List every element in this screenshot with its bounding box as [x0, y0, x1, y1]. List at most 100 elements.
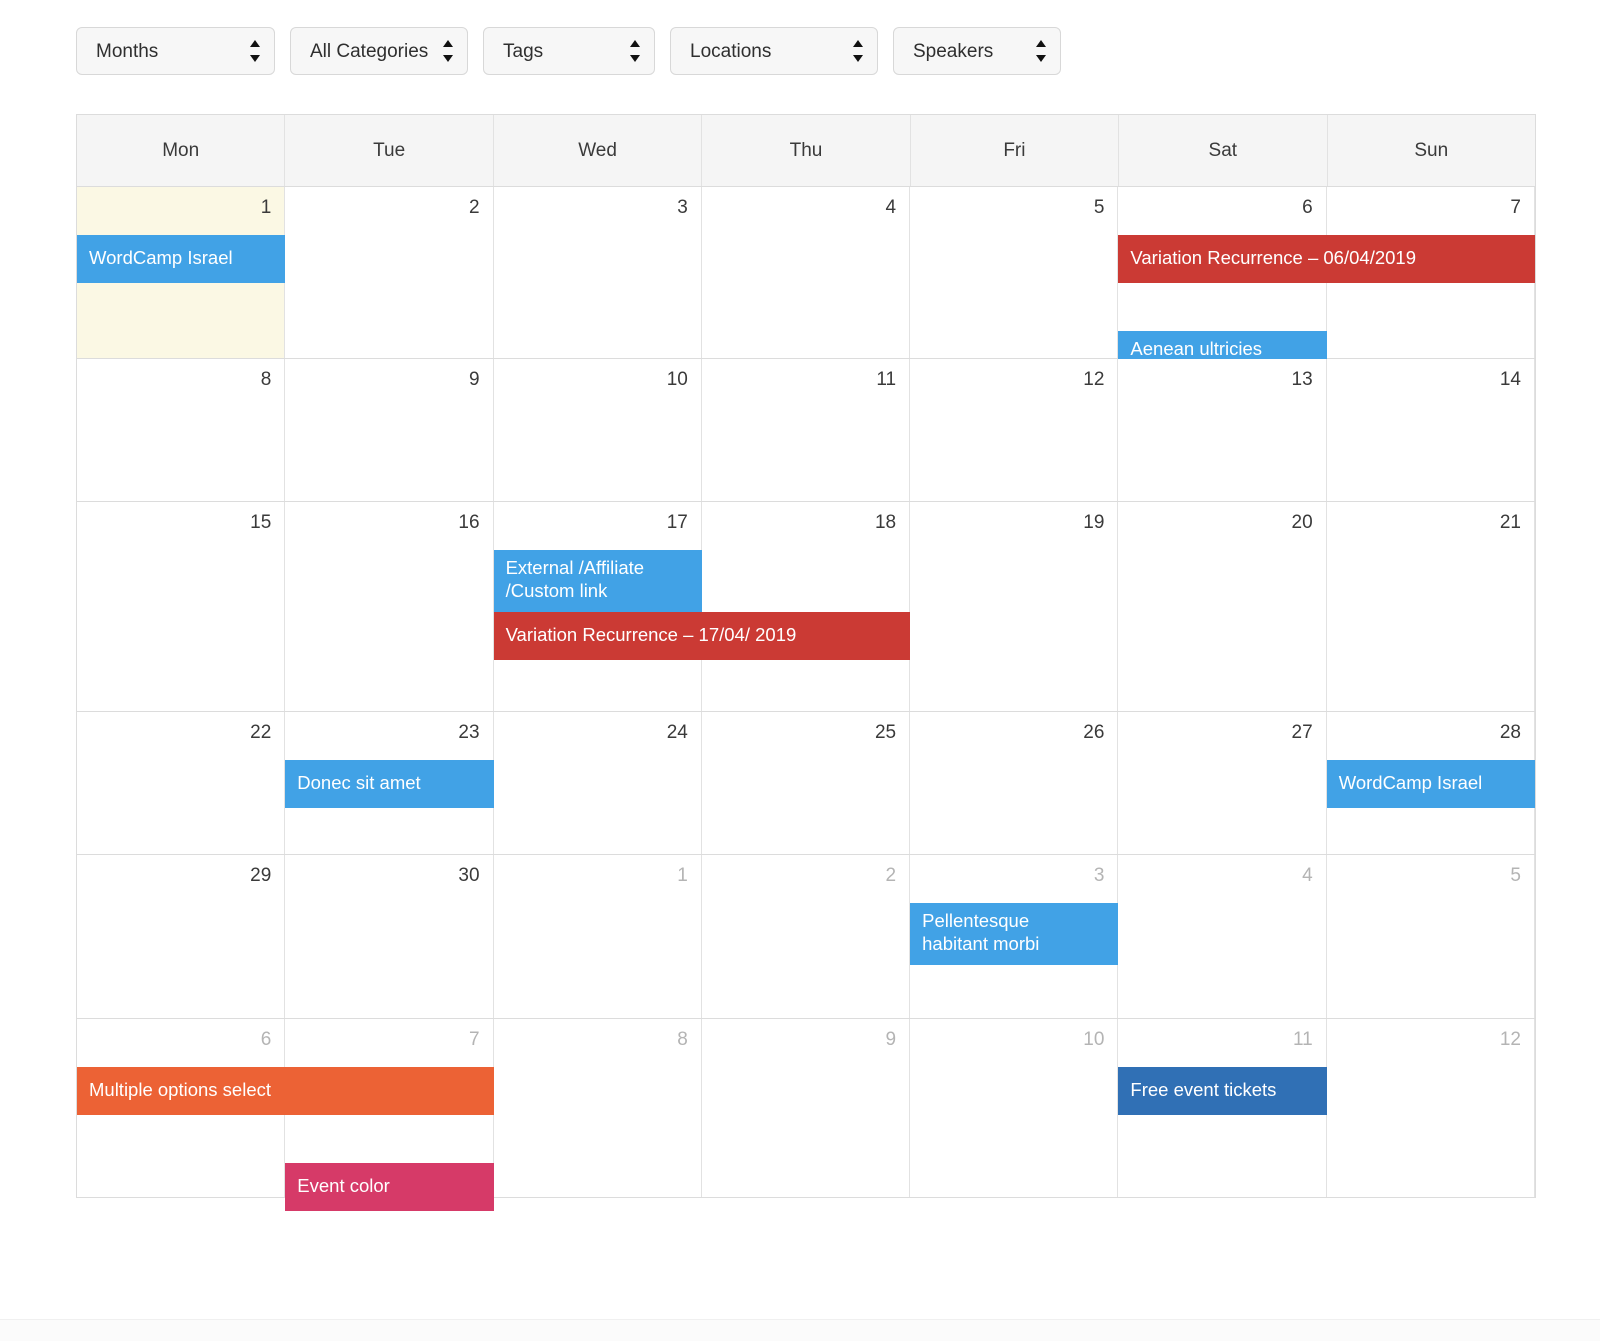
calendar-event[interactable]: Free event tickets — [1118, 1067, 1327, 1115]
day-number: 1 — [260, 197, 272, 218]
day-number: 12 — [1083, 369, 1105, 390]
calendar-day-cell[interactable]: 10 — [910, 1019, 1119, 1197]
calendar-day-cell[interactable]: 16 — [285, 502, 494, 711]
day-number: 9 — [468, 369, 480, 390]
day-number: 9 — [885, 1029, 897, 1050]
day-number: 24 — [666, 722, 688, 743]
calendar-day-cell[interactable]: 26 — [910, 712, 1119, 854]
month-calendar: Mon Tue Wed Thu Fri Sat Sun 1 2 3 4 5 6 7 WordCamp Is… — [76, 114, 1536, 1211]
calendar-day-cell[interactable]: 9 — [701, 1019, 911, 1197]
calendar-event[interactable]: Donec sit amet — [285, 760, 494, 808]
calendar-day-cell[interactable]: 13 — [1118, 359, 1327, 501]
day-number: 23 — [458, 722, 480, 743]
calendar-week-row: 1 2 3 4 5 6 7 WordCamp Israel Variation Recurren… — [77, 187, 1535, 393]
day-number: 27 — [1291, 722, 1313, 743]
filter-speakers[interactable]: Speakers — [893, 27, 1061, 75]
day-number: 11 — [876, 369, 897, 390]
day-number: 4 — [1302, 865, 1313, 886]
day-number: 8 — [260, 369, 272, 390]
day-number: 19 — [1083, 512, 1105, 533]
filter-categories-label: All Categories — [310, 40, 429, 62]
calendar-event[interactable]: External /Affiliate /Custom link — [493, 550, 702, 612]
calendar-event[interactable]: Variation Recurrence – 06/04/2019 — [1118, 235, 1535, 283]
calendar-day-cell[interactable]: 30 — [285, 855, 494, 1018]
day-number: 12 — [1499, 1029, 1521, 1050]
weekday-header-sat: Sat — [1119, 115, 1328, 186]
day-number: 10 — [1083, 1029, 1105, 1050]
calendar-day-cell[interactable]: 4 — [1118, 855, 1327, 1018]
weekday-header-fri: Fri — [911, 115, 1120, 186]
day-number: 30 — [458, 865, 480, 886]
calendar-event[interactable]: WordCamp Israel — [77, 235, 286, 283]
day-number: 25 — [874, 722, 897, 743]
day-number: 17 — [666, 512, 688, 533]
day-number: 8 — [677, 1029, 688, 1050]
filter-months-label: Months — [96, 40, 159, 62]
filter-bar: Months All Categories Tags Locations Speaker… — [76, 27, 1061, 75]
day-number: 16 — [458, 512, 480, 533]
day-number: 14 — [1499, 369, 1521, 390]
updown-spinner-icon[interactable] — [629, 40, 640, 62]
day-number: 20 — [1291, 512, 1313, 533]
calendar-day-cell[interactable]: 15 — [77, 502, 286, 711]
weekday-header-sun: Sun — [1414, 139, 1449, 161]
day-number: 4 — [885, 197, 897, 218]
calendar-day-cell[interactable]: 21 — [1326, 502, 1535, 711]
calendar-day-cell[interactable]: 5 — [1326, 855, 1535, 1018]
calendar-day-cell[interactable]: 12 — [1326, 1019, 1535, 1197]
calendar-day-cell[interactable]: 2 — [701, 855, 911, 1018]
calendar-week-row: 8 9 10 11 12 13 14 — [77, 359, 1535, 502]
calendar-day-cell[interactable]: 29 — [77, 855, 286, 1018]
weekday-header-wed: Wed — [494, 115, 703, 186]
calendar-week-row: 22 23 24 25 26 27 28 Donec sit amet WordCamp Isr… — [77, 712, 1535, 855]
day-number: 13 — [1291, 369, 1313, 390]
filter-months[interactable]: Months — [76, 27, 275, 75]
filter-categories[interactable]: All Categories — [290, 27, 468, 75]
calendar-day-cell[interactable]: 12 — [910, 359, 1119, 501]
calendar-day-cell[interactable]: 27 — [1118, 712, 1327, 854]
calendar-day-cell[interactable]: 5 — [910, 187, 1119, 358]
filter-locations-label: Locations — [690, 40, 772, 62]
filter-tags[interactable]: Tags — [483, 27, 655, 75]
filter-locations[interactable]: Locations — [670, 27, 878, 75]
calendar-day-cell[interactable]: 19 — [910, 502, 1119, 711]
calendar-day-cell[interactable]: 1 — [493, 855, 702, 1018]
calendar-day-cell[interactable]: 8 — [77, 359, 286, 501]
calendar-week-row: 15 16 17 18 19 20 21 External /Affiliate /Custo… — [77, 502, 1535, 712]
calendar-day-cell[interactable]: 24 — [493, 712, 702, 854]
day-number: 3 — [1093, 865, 1105, 886]
bottom-strip — [0, 1319, 1600, 1341]
updown-spinner-icon[interactable] — [249, 40, 260, 62]
day-number: 3 — [677, 197, 688, 218]
calendar-day-cell[interactable]: 11 — [701, 359, 911, 501]
updown-spinner-icon[interactable] — [1035, 40, 1046, 62]
calendar-event[interactable]: Pellentesque habitant morbi — [910, 903, 1119, 965]
day-number: 2 — [468, 197, 480, 218]
calendar-day-cell[interactable]: 8 — [493, 1019, 702, 1197]
updown-spinner-icon[interactable] — [852, 40, 863, 62]
calendar-day-cell[interactable]: 3 — [493, 187, 702, 358]
calendar-week-row: 6 7 8 9 10 11 12 Multiple options select Event c… — [77, 1019, 1535, 1211]
calendar-day-cell[interactable]: 4 — [701, 187, 911, 358]
calendar-event[interactable]: WordCamp Israel — [1326, 760, 1535, 808]
day-number: 11 — [1292, 1029, 1313, 1050]
calendar-event[interactable]: Event color — [285, 1163, 494, 1211]
calendar-day-cell[interactable]: 14 — [1326, 359, 1535, 501]
weekday-header-thu: Thu — [702, 115, 911, 186]
weekday-header-tue: Tue — [285, 115, 494, 186]
updown-spinner-icon[interactable] — [442, 40, 453, 62]
calendar-event[interactable]: Variation Recurrence – 17/04/ 2019 — [493, 612, 911, 660]
day-number: 7 — [1510, 197, 1521, 218]
calendar-event[interactable]: Multiple options select — [77, 1067, 494, 1115]
day-number: 10 — [666, 369, 688, 390]
calendar-day-cell[interactable]: 10 — [493, 359, 702, 501]
calendar-day-cell[interactable]: 9 — [285, 359, 494, 501]
calendar-weekday-header: Mon Tue Wed Thu Fri Sat Sun — [77, 115, 1535, 187]
day-number: 15 — [250, 512, 272, 533]
calendar-day-cell[interactable]: 25 — [701, 712, 911, 854]
calendar-body: 1 2 3 4 5 6 7 WordCamp Israel Variation Recurren… — [77, 187, 1535, 1211]
calendar-day-cell[interactable]: 22 — [77, 712, 286, 854]
calendar-day-cell[interactable]: 2 — [285, 187, 494, 358]
calendar-day-cell[interactable]: 18 — [701, 502, 911, 711]
calendar-day-cell[interactable]: 20 — [1118, 502, 1327, 711]
